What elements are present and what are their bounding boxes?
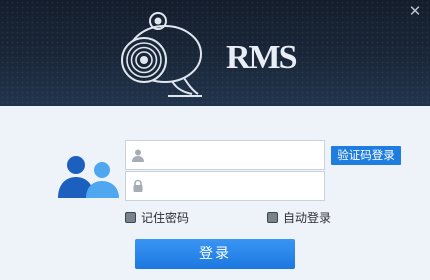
username-field[interactable]: [125, 140, 325, 170]
password-field[interactable]: [125, 171, 325, 201]
header-pattern: [0, 0, 430, 106]
user-icon: [132, 149, 144, 162]
verification-code-login-button[interactable]: 验证码登录: [331, 146, 401, 165]
remember-password-checkbox[interactable]: 记住密码: [125, 209, 189, 225]
auto-login-checkbox[interactable]: 自动登录: [267, 209, 331, 225]
username-input[interactable]: [150, 141, 322, 169]
checkbox-box[interactable]: [267, 211, 278, 223]
password-input[interactable]: [150, 172, 322, 200]
webcam-icon: [121, 12, 202, 97]
checkbox-box[interactable]: [125, 211, 136, 223]
lock-icon: [133, 179, 143, 192]
users-icon: [58, 156, 119, 198]
auto-login-label: 自动登录: [283, 210, 332, 225]
login-button[interactable]: 登录: [135, 239, 295, 269]
header-banner: RMS ✕: [0, 0, 430, 106]
logo-text: RMS: [226, 39, 298, 76]
remember-password-label: 记住密码: [141, 210, 190, 225]
close-button[interactable]: ✕: [408, 4, 422, 19]
